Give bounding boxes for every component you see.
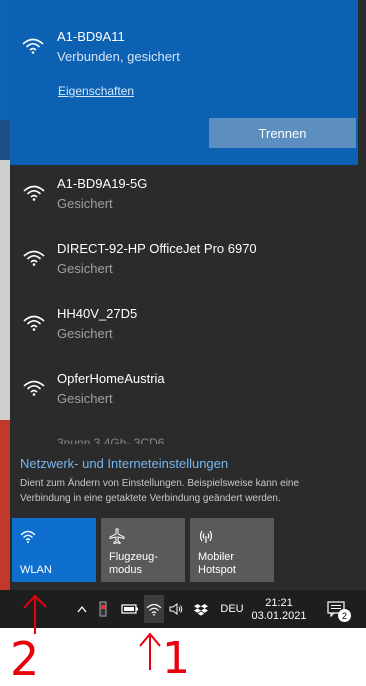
network-settings-link[interactable]: Netzwerk- und Interneteinstellungen [20, 456, 228, 471]
desktop-background [0, 0, 10, 590]
tray-app-icon[interactable] [96, 598, 110, 620]
active-network-name: A1-BD9A11 [57, 29, 125, 44]
active-network-status: Verbunden, gesichert [57, 49, 180, 64]
airplane-mode-label: Flugzeug- modus [109, 551, 158, 576]
clock-time: 21:21 [265, 597, 293, 609]
network-status: Gesichert [57, 326, 113, 341]
notification-count-badge: 2 [338, 609, 351, 622]
input-language[interactable]: DEU [218, 598, 246, 620]
wlan-label: WLAN [20, 564, 52, 576]
dropbox-icon [194, 603, 208, 616]
airplane-mode-tile[interactable]: Flugzeug- modus [101, 518, 185, 582]
wifi-icon [22, 38, 44, 54]
active-network-card[interactable]: A1-BD9A11 Verbunden, gesichert Eigenscha… [10, 0, 358, 165]
dropbox-button[interactable] [193, 598, 209, 620]
network-status: Gesichert [57, 261, 113, 276]
network-item[interactable]: DIRECT-92-HP OfficeJet Pro 6970 Gesicher… [10, 237, 358, 301]
usb-device-icon [99, 601, 107, 617]
disconnect-button[interactable]: Trennen [209, 118, 356, 148]
network-name: A1-BD9A19-5G [57, 176, 148, 191]
network-settings-description: Dient zum Ändern von Einstellungen. Beis… [20, 478, 300, 504]
network-name: OpferHomeAustria [57, 371, 165, 386]
network-item[interactable]: HH40V_27D5 Gesichert [10, 302, 358, 366]
volume-button[interactable] [168, 598, 184, 620]
wifi-icon [23, 250, 45, 266]
network-item[interactable]: A1-BD9A19-5G Gesichert [10, 172, 358, 236]
network-flyout: A1-BD9A11 Verbunden, gesichert Eigenscha… [10, 0, 358, 590]
wifi-icon [23, 185, 45, 201]
network-tray-button[interactable] [144, 595, 164, 623]
properties-link[interactable]: Eigenschaften [58, 84, 134, 98]
network-item[interactable]: OpferHomeAustria Gesichert [10, 367, 358, 431]
wifi-icon [23, 380, 45, 396]
annotation-number-2: 2 [10, 632, 40, 686]
show-hidden-icons-button[interactable] [75, 598, 89, 620]
clock[interactable]: 21:21 03.01.2021 [250, 596, 308, 624]
wifi-icon [23, 315, 45, 331]
wifi-icon [146, 603, 162, 616]
mobile-hotspot-tile[interactable]: Mobiler Hotspot [190, 518, 274, 582]
network-name: DIRECT-92-HP OfficeJet Pro 6970 [57, 241, 257, 256]
chevron-up-icon [77, 605, 87, 613]
clock-date: 03.01.2021 [251, 610, 307, 622]
mobile-hotspot-label: Mobiler Hotspot [198, 551, 236, 576]
network-name: HH40V_27D5 [57, 306, 138, 321]
wlan-tile[interactable]: WLAN [12, 518, 96, 582]
partial-network-name[interactable]: 3nunn 3 4Gh- 3CD6 [57, 436, 164, 444]
annotation-number-1: 1 [162, 633, 190, 684]
battery-button[interactable] [120, 598, 140, 620]
airplane-icon [109, 528, 125, 544]
taskbar: DEU 21:21 03.01.2021 2 [0, 590, 366, 628]
battery-icon [121, 604, 138, 614]
network-status: Gesichert [57, 196, 113, 211]
network-status: Gesichert [57, 391, 113, 406]
speaker-icon [169, 603, 183, 615]
wifi-icon [20, 530, 36, 543]
desktop-background-right [358, 0, 366, 590]
action-center-button[interactable]: 2 [323, 598, 351, 622]
hotspot-icon [199, 530, 213, 543]
